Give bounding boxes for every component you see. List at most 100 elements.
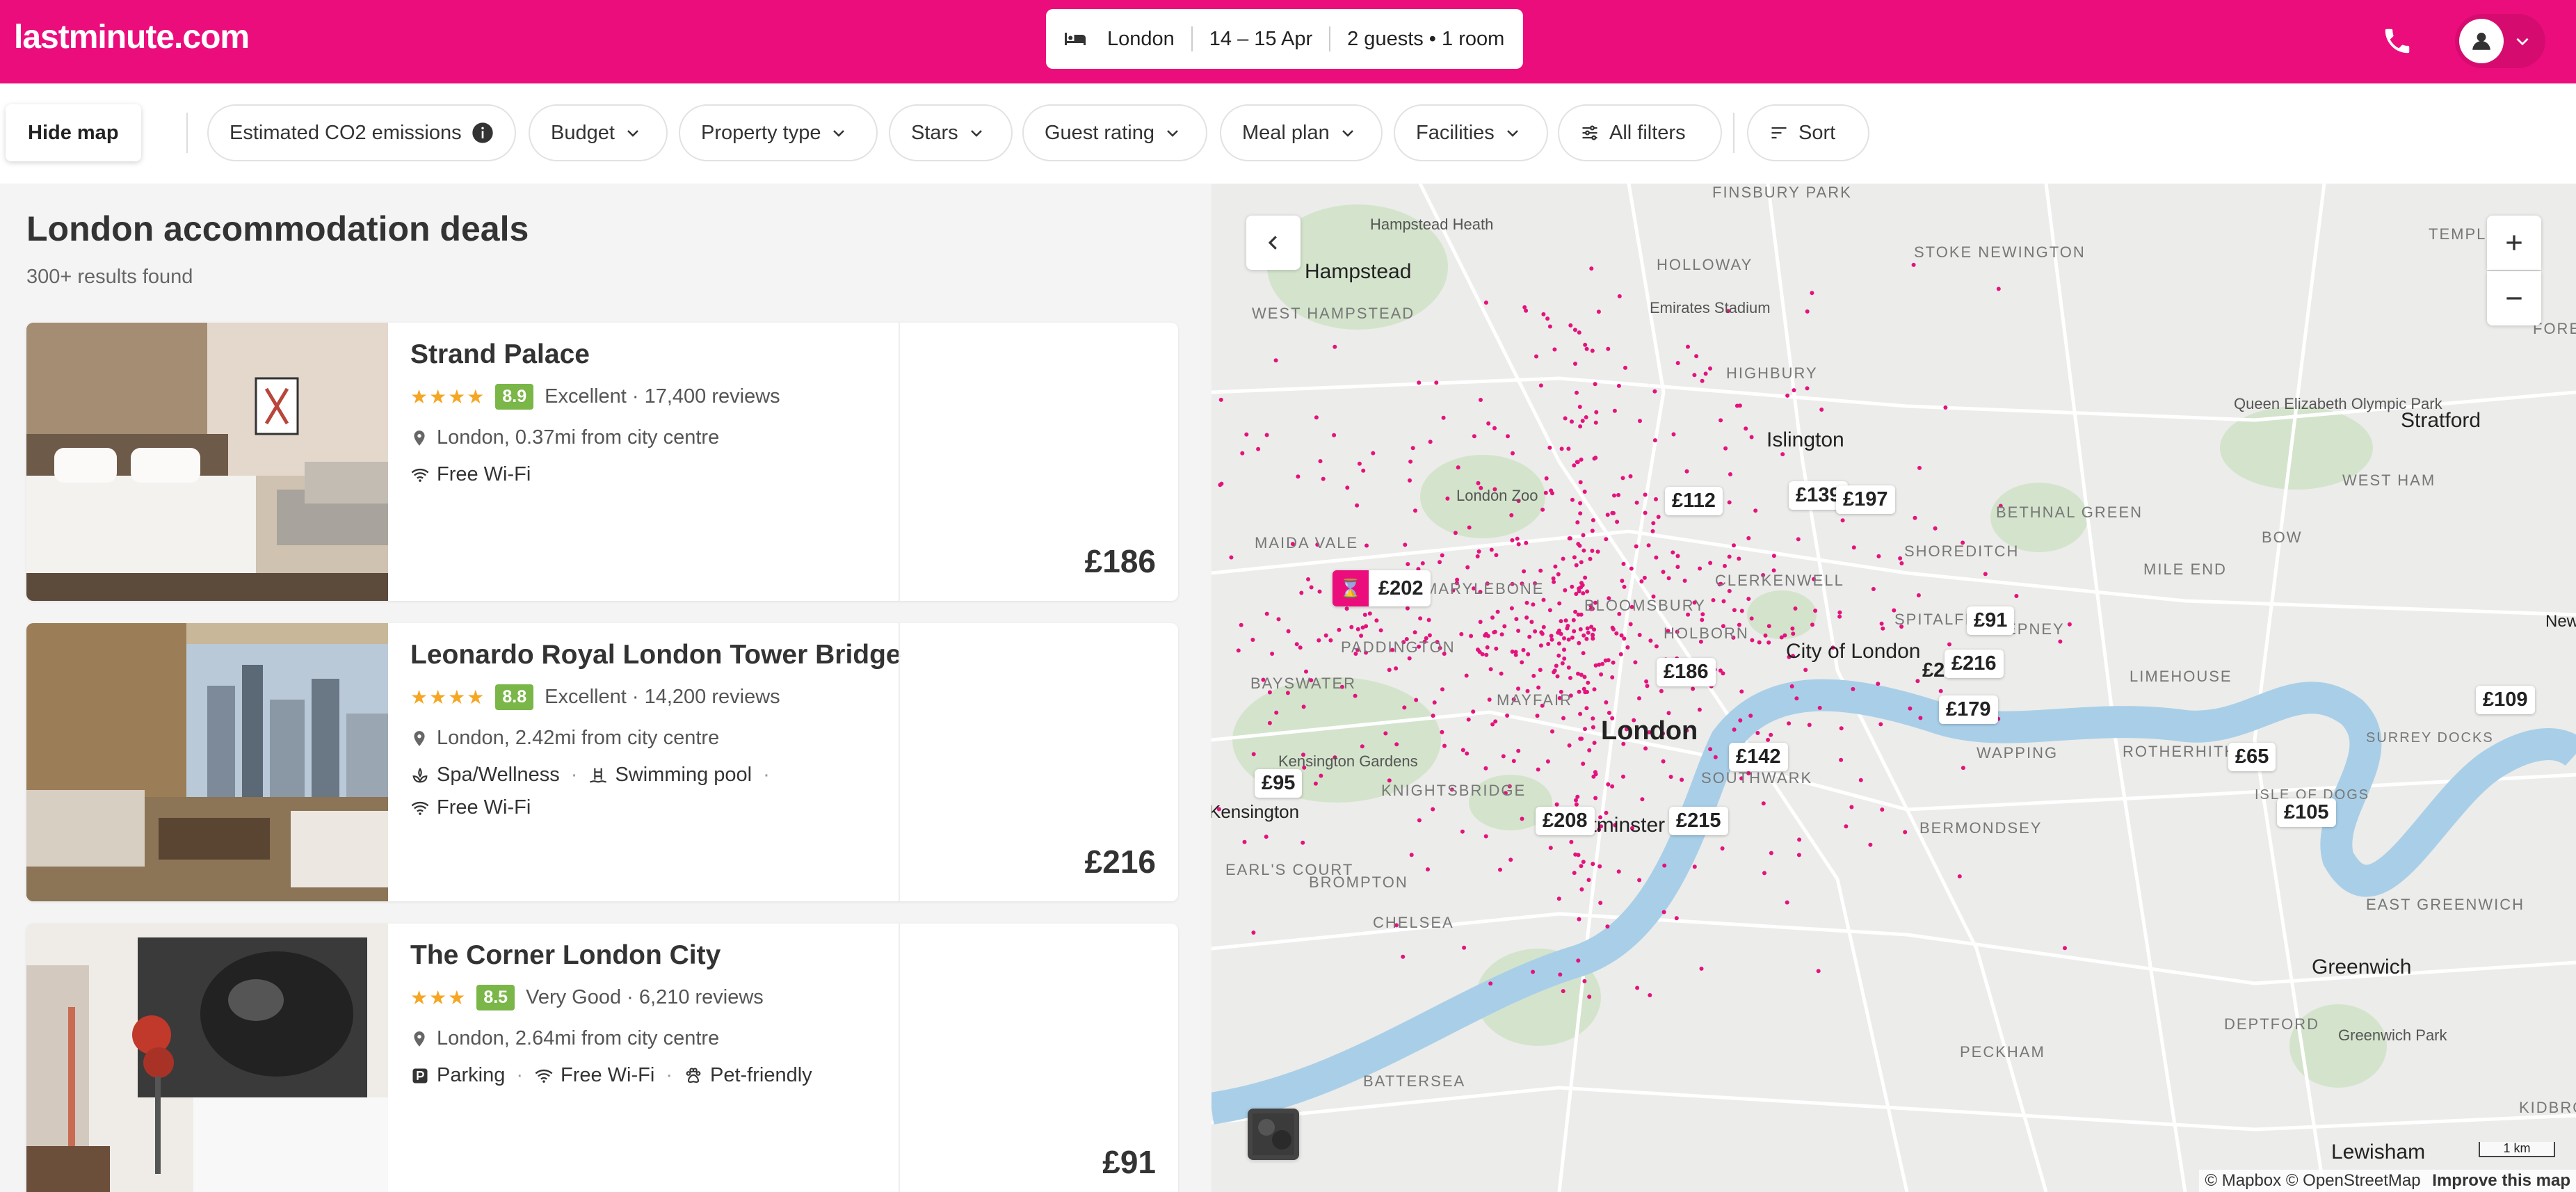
hotel-price[interactable]: £91 (1102, 1143, 1156, 1181)
hotel-card[interactable]: Strand Palace ★★★★ 8.9 Excellent · 17,40… (26, 323, 1178, 601)
map-price-tag[interactable]: £142 (1729, 743, 1788, 771)
hotel-dot (1744, 426, 1748, 431)
improve-map-link[interactable]: Improve this map (2432, 1171, 2570, 1190)
hotel-dot (1577, 405, 1582, 409)
phone-icon[interactable] (2381, 25, 2413, 57)
meal-plan-filter-button[interactable]: Meal plan (1220, 104, 1383, 161)
map-price-tag[interactable]: £179 (1939, 695, 1998, 724)
all-filters-button[interactable]: All filters (1558, 104, 1722, 161)
stars-filter-button[interactable]: Stars (889, 104, 1013, 161)
hotel-dot (1559, 446, 1564, 451)
map-price-tag[interactable]: £91 (1967, 606, 2015, 635)
hotel-dot (1623, 365, 1627, 370)
hotel-name[interactable]: The Corner London City (410, 940, 911, 971)
hotel-dot (1880, 807, 1885, 812)
hotel-photo[interactable] (26, 924, 388, 1192)
hotel-dot (1637, 696, 1641, 701)
hotel-dot (1572, 629, 1577, 634)
zoom-in-button[interactable] (2487, 216, 2541, 270)
property-type-filter-button[interactable]: Property type (679, 104, 878, 161)
map-price-tag[interactable]: £2 (1915, 657, 1951, 685)
hotel-photo[interactable] (26, 623, 388, 901)
hotel-dot (1585, 626, 1590, 631)
hide-map-button[interactable]: Hide map (6, 104, 141, 161)
place-label: SOUTHWARK (1701, 769, 1813, 787)
hotel-dot (1933, 526, 1938, 531)
hotel-dot (1908, 706, 1913, 711)
map-price-tag[interactable]: £216 (1945, 650, 2004, 678)
hotel-dot (1328, 638, 1333, 643)
hotel-dot (1440, 730, 1444, 734)
place-label: Emirates Stadium (1650, 299, 1771, 316)
hotel-card[interactable]: The Corner London City ★★★ 8.5 Very Good… (26, 924, 1178, 1192)
minus-icon (2506, 297, 2522, 300)
review-score: 8.9 (495, 384, 534, 410)
hotel-dot (1475, 554, 1480, 558)
hotel-dot (1591, 725, 1595, 730)
map-price-tag[interactable]: £109 (2476, 686, 2535, 714)
hotel-dot (1793, 606, 1798, 611)
account-menu[interactable] (2455, 14, 2545, 68)
hotel-photo[interactable] (26, 323, 388, 601)
budget-filter-button[interactable]: Budget (529, 104, 668, 161)
map-price-tag[interactable]: £208 (1536, 807, 1595, 835)
map-price-tag-selected[interactable]: ⌛ £202 (1333, 570, 1431, 606)
hotel-dot (1592, 741, 1597, 746)
search-dates: 14 – 15 Apr (1209, 27, 1313, 50)
hotel-dot (1615, 520, 1620, 524)
collapse-map-button[interactable] (1246, 216, 1301, 270)
hotel-dot (1591, 862, 1595, 867)
hotel-dot (1499, 671, 1504, 676)
logo[interactable]: lastminute.com (14, 18, 250, 56)
map-price-tag[interactable]: £95 (1255, 769, 1303, 798)
hotel-dot (1699, 966, 1704, 971)
hotel-name[interactable]: Leonardo Royal London Tower Bridge (410, 640, 911, 670)
amenity-label: Free Wi-Fi (437, 796, 531, 819)
hotel-dot (1785, 900, 1789, 905)
hotel-card[interactable]: Leonardo Royal London Tower Bridge ★★★★ … (26, 623, 1178, 901)
hotel-dot (1236, 648, 1241, 653)
sort-button[interactable]: Sort (1747, 104, 1869, 161)
hotel-dot (1607, 711, 1611, 715)
hotel-rating: ★★★★ 8.9 Excellent · 17,400 reviews (410, 384, 911, 410)
hotel-dot (1787, 721, 1792, 726)
hotel-dot (1579, 560, 1584, 565)
map-style-toggle[interactable] (1248, 1109, 1299, 1160)
hotel-dot (1574, 563, 1579, 567)
hotel-dot (1692, 864, 1697, 869)
hotel-dot (1515, 536, 1520, 541)
hotel-dot (1219, 481, 1224, 486)
hotel-dot (1355, 627, 1360, 631)
hotel-dot (1239, 622, 1243, 627)
hotel-dot (1640, 797, 1645, 802)
co2-filter-button[interactable]: Estimated CO2 emissions (207, 104, 516, 161)
map-price-tag[interactable]: £197 (1836, 485, 1895, 514)
hotel-dot (1544, 476, 1549, 481)
attribution-text[interactable]: © Mapbox © OpenStreetMap (2205, 1171, 2420, 1190)
hotel-dot (1405, 606, 1410, 611)
hotel-dot (1911, 262, 1916, 267)
place-label: LIMEHOUSE (2130, 668, 2232, 685)
hotel-dot (1440, 687, 1444, 692)
hotel-price[interactable]: £216 (1085, 843, 1156, 880)
hotel-dot (1251, 931, 1256, 935)
amenity-spa: Spa/Wellness (410, 764, 560, 787)
hotel-dot (1561, 989, 1565, 994)
hotel-dot (1538, 568, 1543, 573)
guest-rating-filter-button[interactable]: Guest rating (1022, 104, 1207, 161)
hotel-name[interactable]: Strand Palace (410, 339, 911, 370)
hotel-dot (1587, 748, 1592, 752)
hotel-dot (1766, 640, 1771, 645)
zoom-out-button[interactable] (2487, 271, 2541, 325)
facilities-filter-button[interactable]: Facilities (1394, 104, 1548, 161)
map-panel[interactable]: Hampstead WEST HAMPSTEAD Hampstead Heath… (1211, 184, 2576, 1192)
map-price-tag[interactable]: £112 (1665, 487, 1723, 515)
hotel-price[interactable]: £186 (1085, 542, 1156, 580)
search-summary[interactable]: London 14 – 15 Apr 2 guests • 1 room (1046, 9, 1523, 69)
map-price-tag[interactable]: £215 (1669, 807, 1728, 835)
map-price-tag[interactable]: £65 (2228, 743, 2276, 771)
map-price-tag[interactable]: £186 (1657, 658, 1716, 686)
hotel-dot (1766, 624, 1771, 629)
map-price-tag[interactable]: £105 (2277, 798, 2336, 827)
place-label: Greenwich (2312, 956, 2412, 978)
